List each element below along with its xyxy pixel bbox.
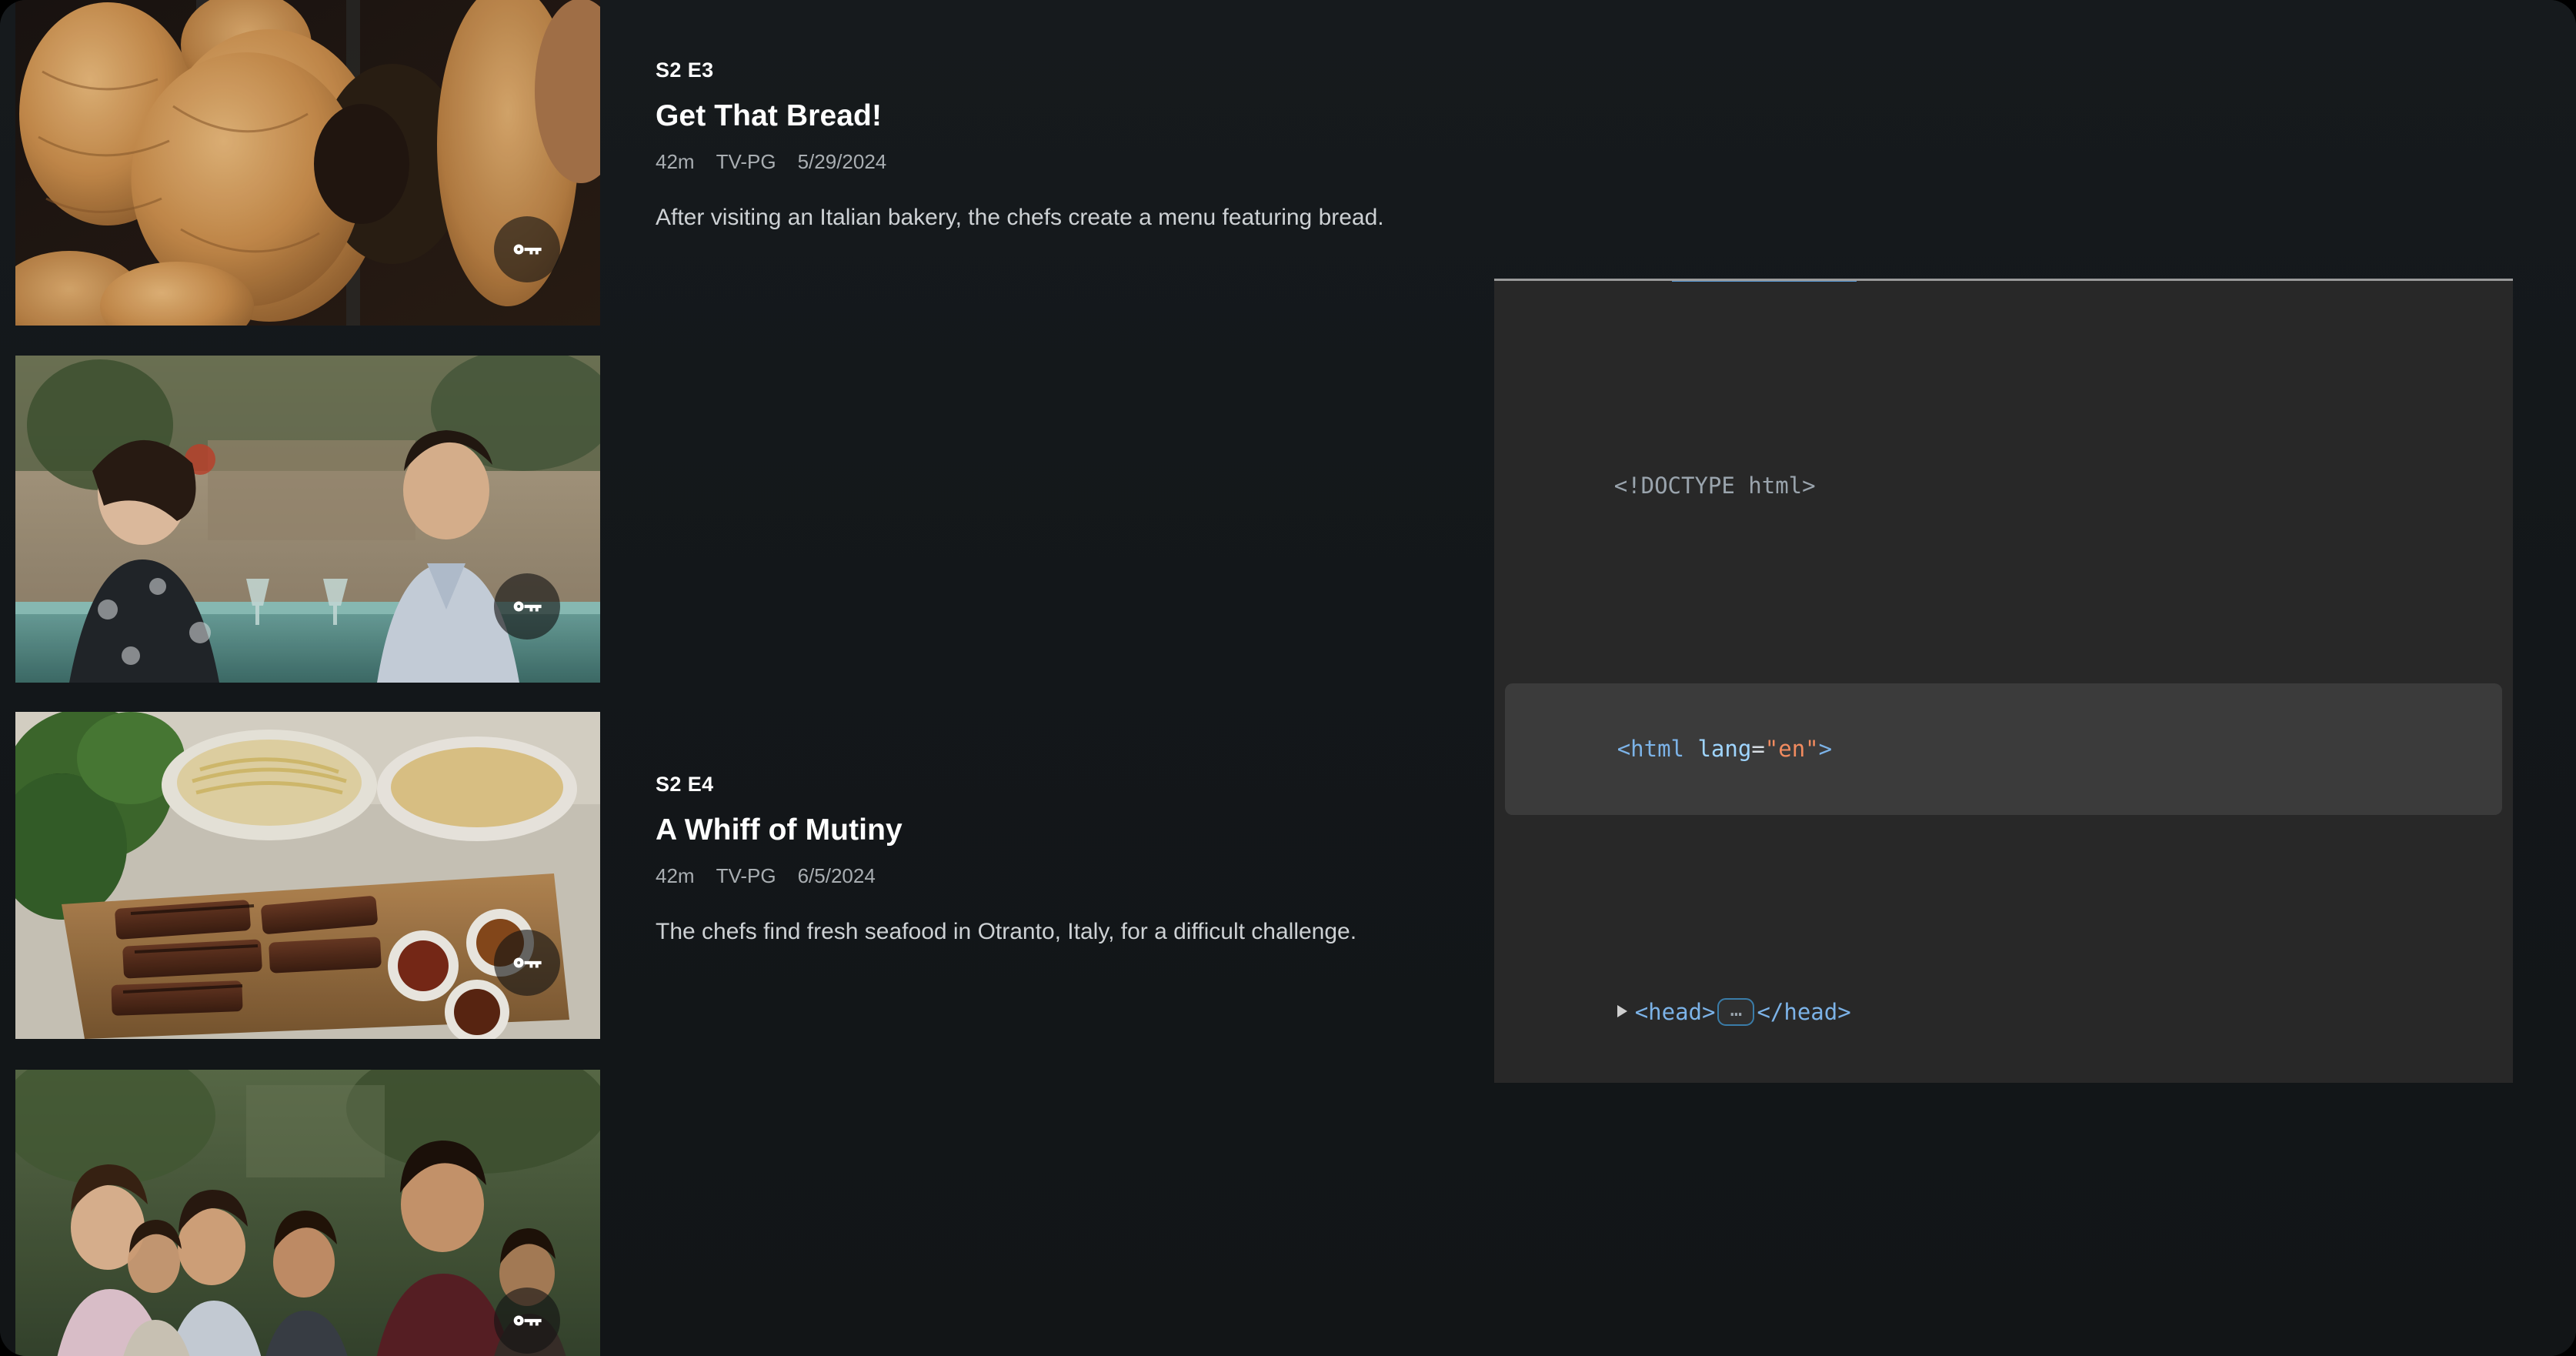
episode-row[interactable]: S2 E6 Knives and Fire 42m TV-PG 6/12/202…	[0, 1070, 1493, 1356]
devtools-elements-panel[interactable]: <!DOCTYPE html> <html lang="en"> <head>……	[1494, 279, 2513, 1083]
dom-row-head[interactable]: <head>…</head>	[1494, 947, 2513, 1078]
browser-window: S2 E3 Get That Bread! 42m TV-PG 5/29/202…	[0, 0, 2576, 1356]
dom-tree[interactable]: <!DOCTYPE html> <html lang="en"> <head>……	[1494, 289, 2513, 1083]
episode-row[interactable]: S2 E3 Get That Bread! 42m TV-PG 5/29/202…	[0, 0, 1493, 326]
expand-chevron-right-icon[interactable]	[1617, 1005, 1627, 1017]
episode-duration: 42m	[656, 150, 695, 174]
key-icon-badge[interactable]	[494, 930, 560, 996]
episode-list: S2 E3 Get That Bread! 42m TV-PG 5/29/202…	[0, 0, 1493, 1356]
key-icon	[507, 943, 547, 983]
doctype-text: <!DOCTYPE html>	[1614, 473, 1816, 499]
episode-air-date: 5/29/2024	[798, 150, 887, 174]
html-open-tag: <html	[1617, 736, 1684, 762]
episode-row[interactable]: S2 E5 School Lunches 42m TV-PG 6/5/2024 …	[0, 712, 1493, 1039]
head-tag-name: head	[1648, 999, 1702, 1025]
key-icon	[507, 1301, 547, 1341]
head-close-tag-name: head	[1784, 999, 1837, 1025]
dom-row-html[interactable]: <html lang="en">	[1505, 683, 2502, 815]
collapsed-children-icon[interactable]: …	[1717, 998, 1754, 1026]
dom-row-doctype[interactable]: <!DOCTYPE html>	[1494, 420, 2513, 552]
episode-thumbnail[interactable]	[15, 1070, 600, 1356]
devtools-active-tab-indicator	[1672, 279, 1857, 282]
key-icon-badge[interactable]	[494, 573, 560, 640]
episode-info: S2 E3 Get That Bread! 42m TV-PG 5/29/202…	[656, 58, 1479, 235]
html-lang-attr-value: "en"	[1765, 736, 1819, 762]
episode-thumbnail[interactable]	[15, 0, 600, 326]
episode-title[interactable]: Get That Bread!	[656, 99, 1479, 133]
html-lang-attr-name: lang	[1697, 736, 1751, 762]
episode-description: After visiting an Italian bakery, the ch…	[656, 202, 1479, 235]
episode-rating: TV-PG	[716, 150, 776, 174]
key-icon-badge[interactable]	[494, 1288, 560, 1354]
key-icon	[507, 586, 547, 626]
episode-thumbnail[interactable]	[15, 712, 600, 1039]
episode-meta: 42m TV-PG 5/29/2024	[656, 150, 1479, 174]
episode-thumbnail[interactable]	[15, 356, 600, 683]
episode-number: S2 E3	[656, 58, 1479, 82]
key-icon	[507, 229, 547, 269]
episode-row[interactable]: S2 E4 A Whiff of Mutiny 42m TV-PG 6/5/20…	[0, 356, 1493, 683]
key-icon-badge[interactable]	[494, 216, 560, 282]
